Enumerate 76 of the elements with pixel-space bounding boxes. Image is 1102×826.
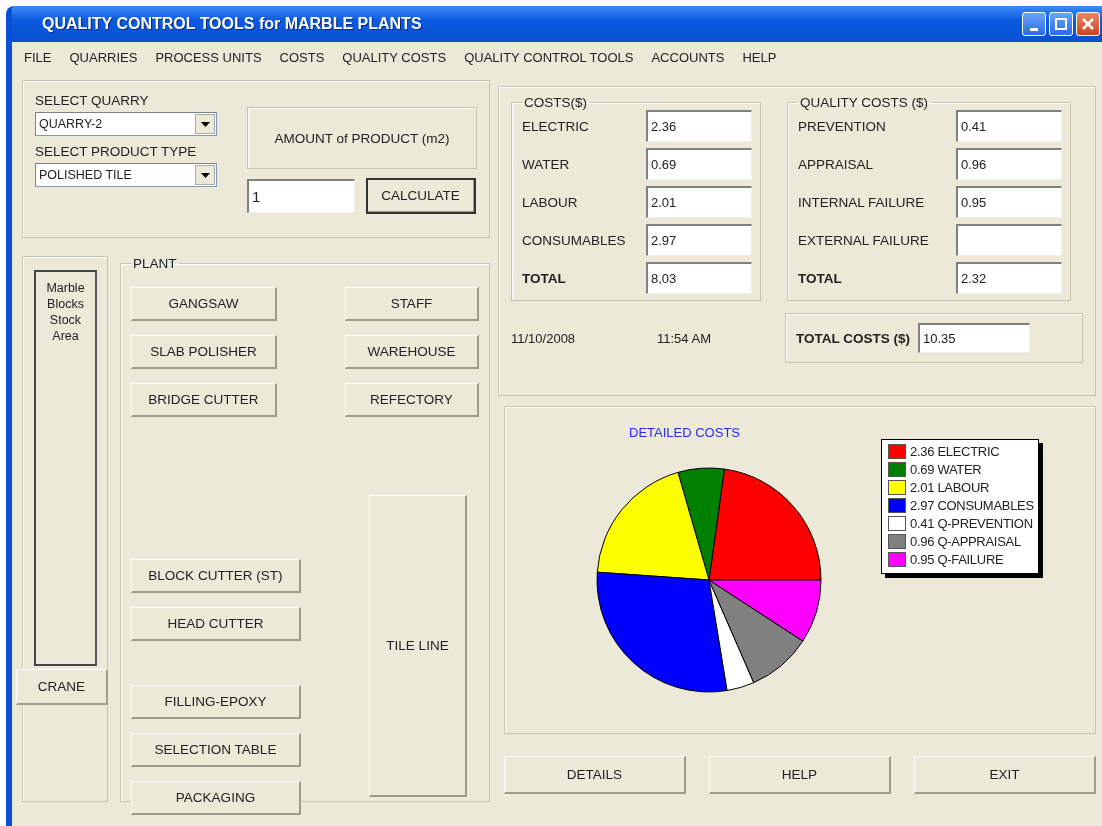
time-text: 11:54 AM (657, 330, 712, 346)
plant-label: PLANT (132, 256, 178, 271)
plant-button[interactable]: HEAD CUTTER (131, 607, 301, 641)
legend-label: 0.41 Q-PREVENTION (910, 516, 1033, 531)
cost-label: EXTERNAL FAILURE (798, 232, 929, 248)
legend-label: 0.95 Q-FAILURE (910, 552, 1004, 567)
cost-field[interactable]: 0.96 (956, 148, 1062, 180)
plant-button[interactable]: BRIDGE CUTTER (131, 383, 277, 417)
product-type-label: SELECT PRODUCT TYPE (35, 144, 198, 159)
window-title: QUALITY CONTROL TOOLS for MARBLE PLANTS (42, 15, 423, 33)
chart-title: DETAILED COSTS (629, 425, 740, 440)
menu-item[interactable]: ACCOUNTS (651, 49, 725, 65)
plant-button[interactable]: SLAB POLISHER (131, 335, 277, 369)
plant-button[interactable]: GANGSAW (131, 287, 277, 321)
cost-label: ELECTRIC (522, 118, 589, 134)
cost-field[interactable]: 0.95 (956, 186, 1062, 218)
plant-button[interactable]: FILLING-EPOXY (131, 685, 301, 719)
close-icon (1082, 18, 1094, 30)
total-costs-field[interactable]: 10.35 (918, 323, 1030, 353)
plant-button[interactable]: PACKAGING (131, 781, 301, 815)
close-button[interactable] (1076, 12, 1100, 36)
cost-label: WATER (522, 156, 570, 172)
cost-field[interactable]: 2.32 (956, 262, 1062, 294)
amount-label: AMOUNT of PRODUCT (m2) (274, 130, 450, 146)
cost-label: APPRAISAL (798, 156, 874, 172)
menu-item[interactable]: PROCESS UNITS (155, 49, 262, 65)
plant-button[interactable]: WAREHOUSE (345, 335, 479, 369)
legend-label: 2.01 LABOUR (910, 480, 990, 495)
cost-group-title: COSTS($) (523, 95, 588, 110)
menu-item[interactable]: QUALITY CONTROL TOOLS (464, 49, 634, 65)
cost-label: INTERNAL FAILURE (798, 194, 925, 210)
legend-label: 0.96 Q-APPRAISAL (910, 534, 1021, 549)
cost-label: PREVENTION (798, 118, 886, 134)
cost-field[interactable]: 2.01 (646, 186, 752, 218)
dropdown-arrow-icon (200, 172, 210, 178)
cost-field[interactable]: 0.69 (646, 148, 752, 180)
cost-label: LABOUR (522, 194, 578, 210)
calculate-button[interactable]: CALCULATE (367, 179, 475, 213)
plant-button[interactable]: STAFF (345, 287, 479, 321)
product-type-dropdown[interactable]: POLISHED TILE (35, 163, 217, 187)
footer-button[interactable]: EXIT (914, 756, 1096, 794)
menu-item[interactable]: COSTS (279, 49, 325, 65)
amount-field[interactable]: 1 (247, 179, 355, 213)
date-text: 11/10/2008 (511, 330, 577, 346)
cost-field[interactable]: 2.36 (646, 110, 752, 142)
plant-button[interactable]: BLOCK CUTTER (ST) (131, 559, 301, 593)
cost-field[interactable]: 8,03 (646, 262, 752, 294)
legend-label: 0.69 WATER (910, 462, 982, 477)
cost-label: TOTAL (522, 270, 566, 286)
tile-line-button[interactable]: TILE LINE (369, 495, 467, 797)
cost-field[interactable]: 2.97 (646, 224, 752, 256)
menu-item[interactable]: QUALITY COSTS (342, 49, 447, 65)
cost-field[interactable] (956, 224, 1062, 256)
menu-item[interactable]: FILE (24, 49, 52, 65)
quarry-dropdown[interactable]: QUARRY-2 (35, 112, 217, 136)
quarry-label: SELECT QUARRY (35, 93, 150, 108)
maximize-button[interactable] (1049, 12, 1073, 36)
legend-label: 2.36 ELECTRIC (910, 444, 1000, 459)
maximize-icon (1055, 18, 1067, 30)
plant-button[interactable]: REFECTORY (345, 383, 479, 417)
total-costs-label: TOTAL COSTS ($) (796, 330, 910, 346)
cost-field[interactable]: 0.41 (956, 110, 1062, 142)
minimize-button[interactable] (1022, 12, 1046, 36)
menu-item[interactable]: HELP (742, 49, 777, 65)
footer-button[interactable]: DETAILS (504, 756, 686, 794)
footer-button[interactable]: HELP (709, 756, 891, 794)
plant-button[interactable]: SELECTION TABLE (131, 733, 301, 767)
cost-label: CONSUMABLES (522, 232, 626, 248)
menu-item[interactable]: QUARRIES (69, 49, 138, 65)
dropdown-arrow-icon (200, 121, 210, 127)
crane-button[interactable]: CRANE (16, 669, 108, 705)
legend-label: 2.97 CONSUMABLES (910, 498, 1034, 513)
stock-area-label: Marble Blocks Stock Area (45, 280, 86, 344)
cost-label: TOTAL (798, 270, 842, 286)
minimize-icon (1030, 27, 1038, 31)
cost-group-title: QUALITY COSTS ($) (799, 95, 930, 110)
